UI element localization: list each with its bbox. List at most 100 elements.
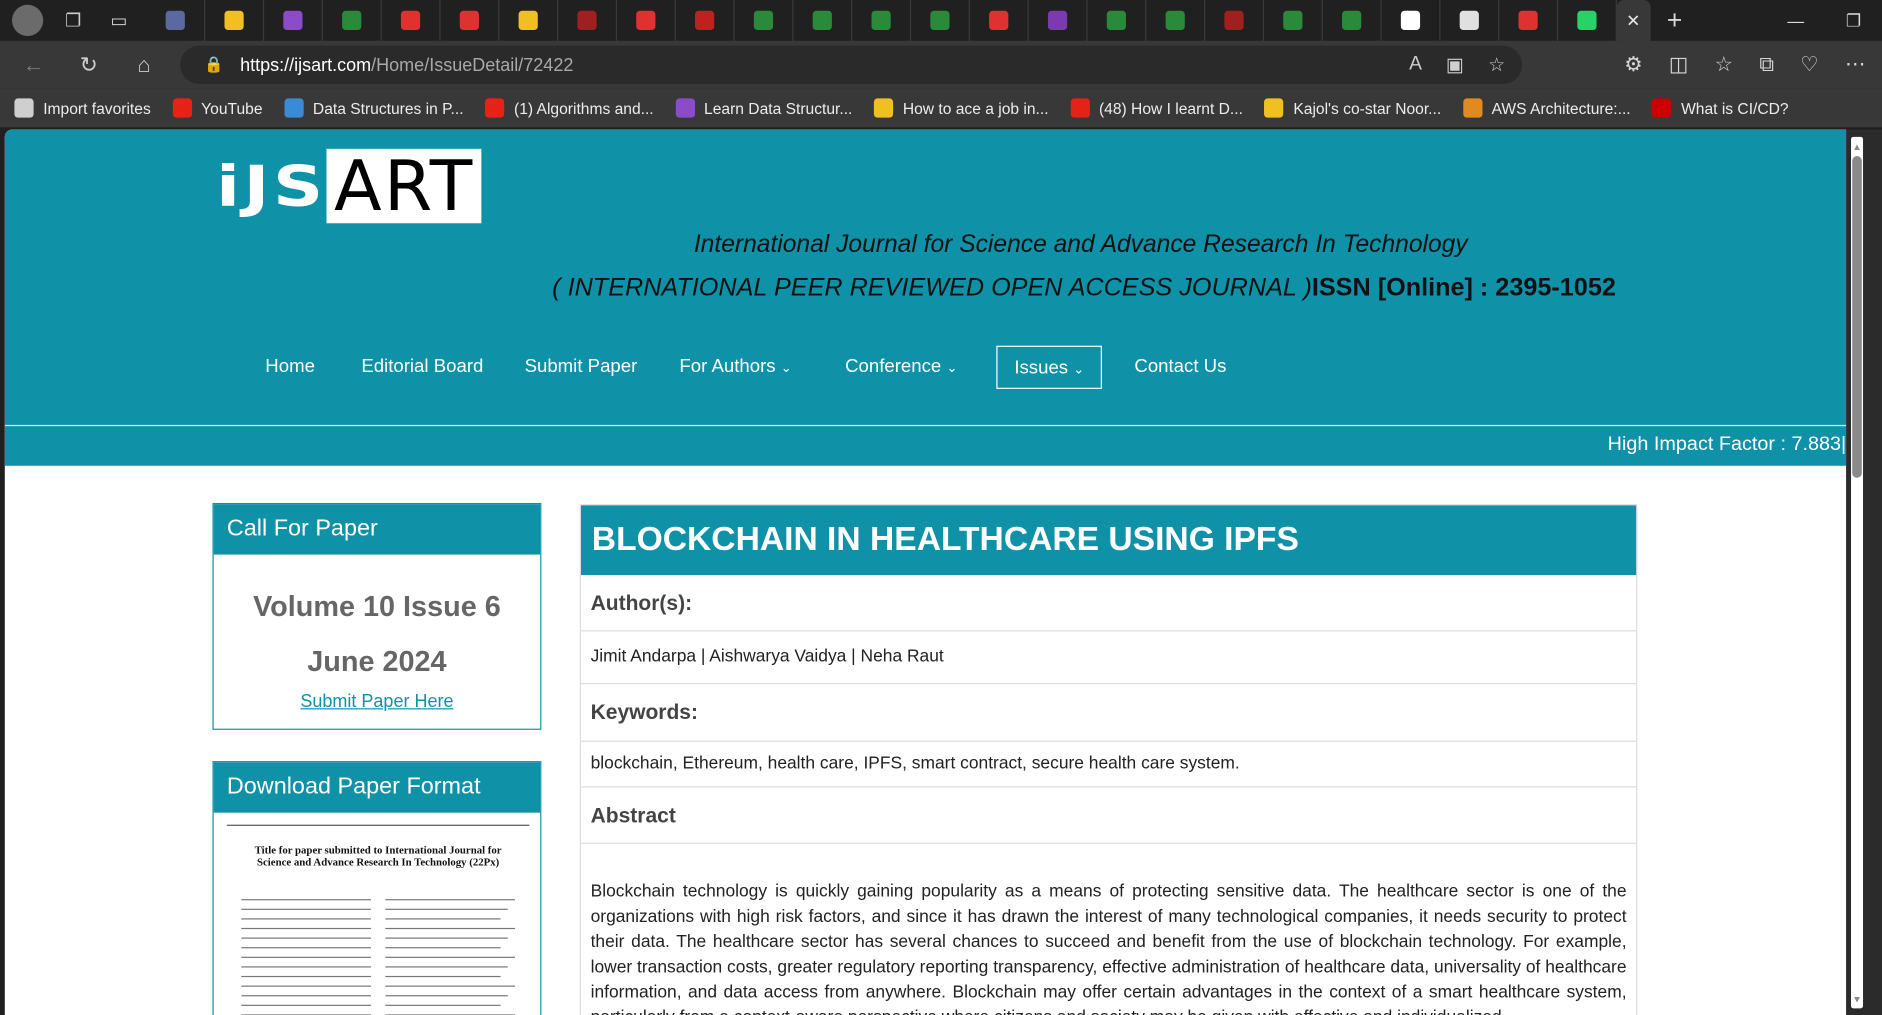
favorite-label: (1) Algorithms and... <box>513 99 654 118</box>
browser-tab[interactable] <box>1029 0 1088 41</box>
browser-toolbar: ⚙ ◫ ☆ ⧉ ♡ ⋯ <box>1624 41 1865 89</box>
split-screen-icon[interactable]: ◫ <box>1669 53 1688 77</box>
browser-tab[interactable] <box>1264 0 1323 41</box>
submit-paper-link[interactable]: Submit Paper Here <box>214 691 541 711</box>
scroll-down-icon[interactable]: ▼ <box>1852 994 1862 1005</box>
favorite-favicon-icon <box>172 98 192 118</box>
refresh-icon[interactable]: ↻ <box>67 43 110 86</box>
favorite-favicon-icon <box>1070 98 1090 118</box>
site-header: iJS ART International Journal for Scienc… <box>4 129 1847 425</box>
app-available-icon[interactable]: ▣ <box>1446 53 1464 77</box>
nav-editorial-board[interactable]: Editorial Board <box>361 346 483 389</box>
favorites-icon[interactable]: ☆ <box>1715 53 1733 77</box>
browser-tab[interactable] <box>1558 0 1617 41</box>
browser-tab[interactable] <box>793 0 853 41</box>
browser-tab[interactable] <box>1146 0 1206 41</box>
tab-favicon-icon <box>283 10 303 31</box>
abstract-heading-row: Abstract <box>580 787 1637 844</box>
browser-tab[interactable] <box>1440 0 1500 41</box>
browser-tab[interactable] <box>441 0 500 41</box>
nav-for-authors[interactable]: For Authors ⌄ <box>679 346 791 389</box>
issn-text: ISSN [Online] : 2395-1052 <box>1311 273 1616 302</box>
favorite-item[interactable]: Kajol's co-star Noor... <box>1264 98 1442 118</box>
pdf-text-line <box>385 995 508 997</box>
close-tab-icon[interactable]: ✕ <box>1626 10 1640 30</box>
browser-tab[interactable] <box>1205 0 1265 41</box>
new-tab-button[interactable]: + <box>1651 5 1699 36</box>
browser-tab[interactable] <box>1499 0 1559 41</box>
browser-tab[interactable] <box>676 0 735 41</box>
site-logo[interactable]: iJS ART <box>216 148 482 224</box>
browser-tab[interactable] <box>852 0 912 41</box>
nav-home[interactable]: Home <box>265 346 315 389</box>
browser-tab[interactable] <box>264 0 323 41</box>
download-format-card: Download Paper Format Title for paper su… <box>212 761 542 1015</box>
collections-icon[interactable]: ⧉ <box>1759 53 1774 77</box>
read-aloud-icon[interactable]: A <box>1409 54 1422 76</box>
browser-tab[interactable] <box>735 0 794 41</box>
pdf-text-line <box>241 908 371 910</box>
favorite-item[interactable]: AWS Architecture:... <box>1462 98 1631 118</box>
tab-favicon-icon <box>1224 10 1244 31</box>
browser-tab[interactable] <box>1323 0 1382 41</box>
favorite-label: How to ace a job in... <box>902 99 1049 118</box>
pdf-text-line <box>241 899 371 901</box>
favorite-item[interactable]: Data Structures in P... <box>284 98 464 118</box>
address-bar[interactable]: 🔒 https://ijsart.com/Home/IssueDetail/72… <box>180 45 1523 85</box>
favorite-label: Learn Data Structur... <box>704 99 853 118</box>
nav-conference[interactable]: Conference ⌄ <box>845 346 957 389</box>
browser-tab[interactable] <box>499 0 559 41</box>
favorite-label: Data Structures in P... <box>312 99 464 118</box>
vertical-tabs-icon[interactable]: ▭ <box>103 5 134 36</box>
tab-favicon-icon <box>1165 10 1185 31</box>
favorite-item[interactable]: Import favorites <box>14 98 151 118</box>
minimize-icon[interactable]: — <box>1767 0 1825 41</box>
scrollbar-thumb[interactable] <box>1852 156 1862 478</box>
active-tab[interactable]: ✕ <box>1616 0 1651 41</box>
favorite-item[interactable]: (1) Algorithms and... <box>485 98 654 118</box>
health-icon[interactable]: ♡ <box>1800 53 1818 77</box>
nav-submit-paper[interactable]: Submit Paper <box>525 346 638 389</box>
favorite-favicon-icon <box>1462 98 1482 118</box>
browser-tab[interactable] <box>1382 0 1441 41</box>
browser-tab[interactable] <box>323 0 382 41</box>
browser-tab[interactable] <box>911 0 970 41</box>
browser-tab[interactable] <box>146 0 206 41</box>
browser-tab[interactable] <box>617 0 676 41</box>
page-scrollbar[interactable]: ▲ ▼ <box>1846 129 1882 1015</box>
more-menu-icon[interactable]: ⋯ <box>1845 53 1865 77</box>
pdf-text-line <box>385 985 515 987</box>
home-icon[interactable]: ⌂ <box>122 43 165 86</box>
paper-format-thumbnail[interactable]: Title for paper submitted to Internation… <box>226 824 530 1015</box>
tab-favicon-icon <box>871 10 891 31</box>
restore-icon[interactable]: ❐ <box>1825 0 1882 41</box>
scroll-up-icon[interactable]: ▲ <box>1852 142 1862 153</box>
browser-tab[interactable] <box>382 0 441 41</box>
tab-favicon-icon <box>753 10 774 31</box>
back-arrow-icon[interactable]: ← <box>12 43 55 86</box>
browser-tab[interactable] <box>558 0 618 41</box>
extensions-icon[interactable]: ⚙ <box>1624 53 1642 77</box>
tab-favicon-icon <box>1400 10 1421 31</box>
favorite-item[interactable]: Learn Data Structur... <box>675 98 853 118</box>
favorite-label: Kajol's co-star Noor... <box>1293 99 1442 118</box>
address-row: ← ↻ ⌂ 🔒 https://ijsart.com/Home/IssueDet… <box>0 40 1882 89</box>
tab-favicon-icon <box>224 10 244 31</box>
favorite-star-icon[interactable]: ☆ <box>1488 53 1505 77</box>
journal-subtitle: ( INTERNATIONAL PEER REVIEWED OPEN ACCES… <box>552 274 1616 303</box>
favorite-item[interactable]: YouTube <box>172 98 263 118</box>
nav-issues[interactable]: Issues ⌄ <box>996 345 1103 389</box>
web-page: iJS ART International Journal for Scienc… <box>4 129 1847 1015</box>
profile-avatar[interactable] <box>12 4 44 37</box>
favorite-item[interactable]: How to ace a job in... <box>874 98 1049 118</box>
nav-contact-us[interactable]: Contact Us <box>1134 346 1226 389</box>
favorite-item[interactable]: What is CI/CD? <box>1652 98 1789 118</box>
browser-tab[interactable] <box>205 0 265 41</box>
pdf-text-line <box>385 937 508 939</box>
browser-tab[interactable] <box>1088 0 1147 41</box>
pdf-text-line <box>241 975 371 978</box>
browser-tab[interactable] <box>970 0 1029 41</box>
pdf-text-line <box>241 947 371 949</box>
workspaces-icon[interactable]: ❐ <box>58 5 89 36</box>
favorite-item[interactable]: (48) How I learnt D... <box>1070 98 1243 118</box>
